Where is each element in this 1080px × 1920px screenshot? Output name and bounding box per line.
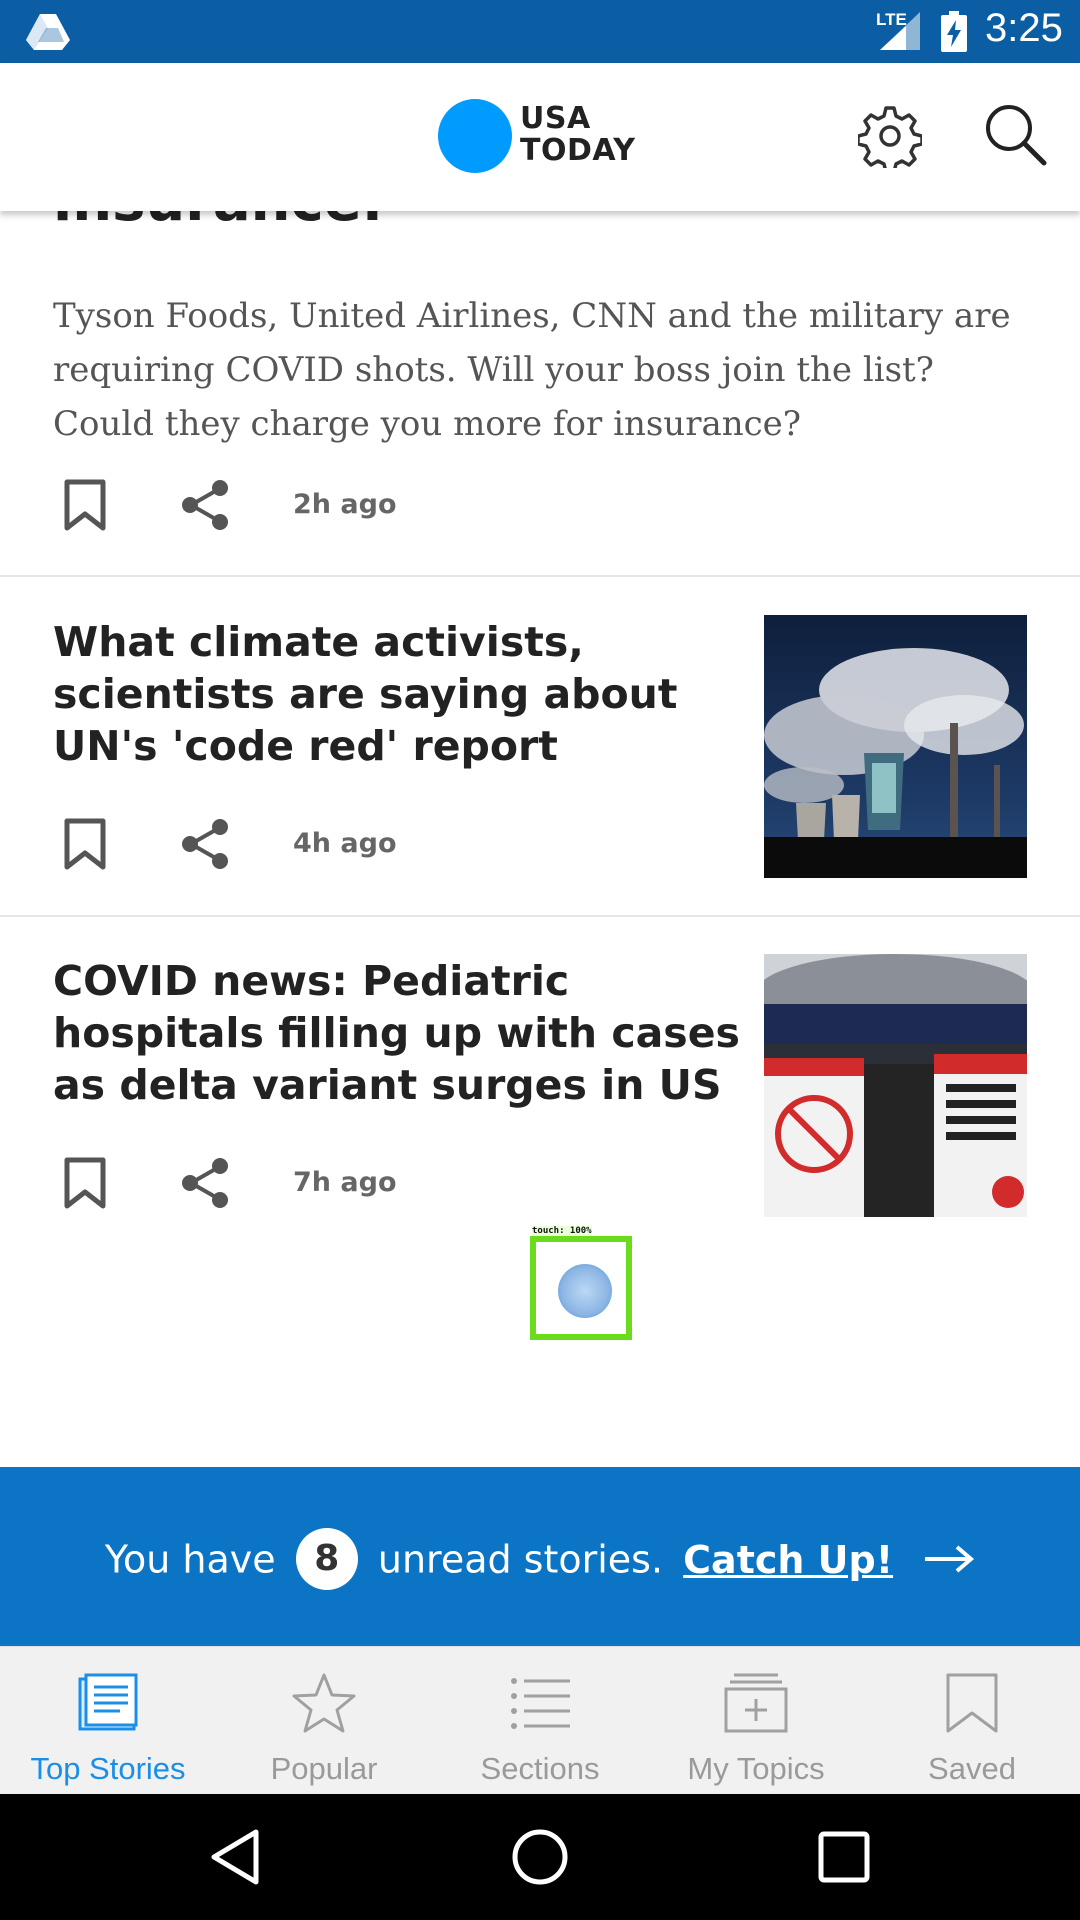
app-header: USA TODAY [0,63,1080,211]
nav-popular[interactable]: Popular [216,1647,432,1795]
battery-charging-icon [941,11,967,52]
story-time: 4h ago [293,828,397,859]
logo-line-1: USA [520,101,591,136]
story-thumbnail[interactable] [764,954,1027,1217]
nav-label: Top Stories [30,1751,186,1786]
status-bar: LTE 3:25 [0,0,1080,63]
banner-prefix: You have [104,1537,276,1582]
system-navigation-bar [0,1794,1080,1920]
star-icon [292,1673,356,1733]
nav-label: Sections [480,1751,600,1786]
story-actions: 4h ago [53,812,453,876]
unread-count-badge: 8 [295,1528,358,1590]
divider [0,575,1080,577]
nav-label: Popular [270,1751,378,1786]
list-icon [511,1678,570,1729]
share-icon[interactable] [179,818,231,870]
bookmark-icon[interactable] [63,1157,107,1209]
usa-today-logo-text[interactable]: USA TODAY [520,103,635,167]
nav-label: My Topics [687,1751,825,1786]
bottom-navigation: Top Stories Popular Sections My Topics S… [0,1646,1080,1794]
story-actions: 2h ago [53,473,453,537]
bookmark-icon[interactable] [63,818,107,870]
touch-indicator-label: touch: 100% [532,1226,592,1236]
clock: 3:25 [985,6,1063,50]
recents-icon[interactable] [813,1826,875,1888]
drive-icon [26,14,70,50]
share-icon[interactable] [179,479,231,531]
story-thumbnail[interactable] [764,615,1027,878]
catch-up-text: You have 8 unread stories. Catch Up! [0,1528,1080,1593]
top-stories-icon [78,1673,138,1731]
touch-indicator [530,1236,632,1340]
logo-line-2: TODAY [520,133,636,168]
settings-icon[interactable] [858,104,922,168]
story-title[interactable]: COVID news: Pediatric hospitals filling … [53,955,743,1111]
bookmark-icon[interactable] [63,479,107,531]
back-icon[interactable] [206,1826,268,1888]
nav-label: Saved [928,1751,1016,1786]
story-title[interactable]: What climate activists, scientists are s… [53,616,743,772]
home-icon[interactable] [509,1826,571,1888]
arrow-right-icon[interactable] [923,1544,975,1574]
catch-up-banner[interactable]: You have 8 unread stories. Catch Up! [0,1467,1080,1646]
search-icon[interactable] [982,101,1048,167]
story-time: 2h ago [293,489,397,520]
nav-top-stories[interactable]: Top Stories [0,1647,216,1795]
my-topics-icon [724,1673,788,1733]
touch-point [558,1264,612,1318]
banner-suffix: unread stories. [377,1537,664,1582]
nav-sections[interactable]: Sections [432,1647,648,1795]
story-title[interactable]: insurance. [53,211,383,234]
story-actions: 7h ago [53,1151,453,1215]
story-summary[interactable]: Tyson Foods, United Airlines, CNN and th… [53,289,1043,451]
nav-my-topics[interactable]: My Topics [648,1647,864,1795]
signal-icon [880,12,920,50]
bookmark-icon [946,1673,998,1733]
share-icon[interactable] [179,1157,231,1209]
catch-up-link[interactable]: Catch Up! [683,1538,893,1582]
usa-today-logo-dot[interactable] [438,99,512,173]
story-time: 7h ago [293,1167,397,1198]
nav-saved[interactable]: Saved [864,1647,1080,1795]
divider [0,915,1080,917]
story-feed[interactable]: insurance. Tyson Foods, United Airlines,… [0,211,1080,1646]
